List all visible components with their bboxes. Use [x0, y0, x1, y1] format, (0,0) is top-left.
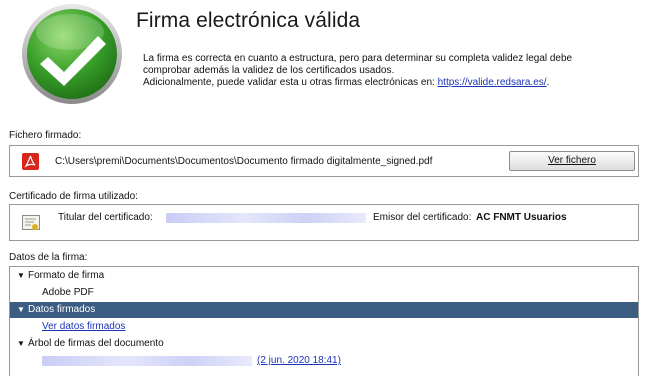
page-title: Firma electrónica válida — [136, 9, 361, 32]
tree-node-adobe-pdf[interactable]: Adobe PDF — [10, 285, 638, 301]
description-line-1: La firma es correcta en cuanto a estruct… — [143, 53, 573, 64]
certificate-subject-redacted — [166, 213, 366, 223]
tree-node-label: Árbol de firmas del documento — [28, 338, 164, 349]
view-signed-data-link[interactable]: Ver datos firmados — [42, 319, 125, 335]
expand-arrow-icon[interactable]: ▼ — [17, 268, 25, 284]
tree-node-label: Datos firmados — [28, 304, 96, 315]
view-file-button-label: Ver fichero — [548, 155, 596, 166]
description-line-3-end: . — [546, 77, 550, 88]
signer-name-redacted — [42, 356, 252, 366]
tree-node-label: Formato de firma — [28, 270, 105, 281]
signed-file-path: C:\Users\premi\Documents\Documentos\Docu… — [55, 156, 433, 167]
signature-data-tree: ▼ Formato de firma Adobe PDF ▼ Datos fir… — [9, 266, 639, 376]
expand-arrow-icon[interactable]: ▼ — [17, 302, 25, 318]
tree-node-signed-data[interactable]: ▼ Datos firmados — [10, 302, 638, 318]
signed-file-panel: C:\Users\premi\Documents\Documentos\Docu… — [9, 145, 639, 177]
certificate-panel: Titular del certificado: Emisor del cert… — [9, 204, 639, 241]
certificate-issuer-value: AC FNMT Usuarios — [476, 212, 567, 223]
tree-node-view-signed-data[interactable]: Ver datos firmados — [10, 319, 638, 335]
tree-node-label: Adobe PDF — [42, 287, 94, 298]
certificate-label: Certificado de firma utilizado: — [9, 191, 138, 202]
certificate-subject-label: Titular del certificado: — [58, 212, 153, 223]
valide-link[interactable]: https://valide.redsara.es/ — [438, 77, 547, 88]
certificate-issuer-label: Emisor del certificado: — [373, 212, 472, 223]
view-file-button[interactable]: Ver fichero — [509, 151, 635, 171]
validity-description: La firma es correcta en cuanto a estruct… — [143, 53, 572, 89]
signed-file-label: Fichero firmado: — [9, 130, 82, 141]
valid-signature-check-icon — [22, 4, 122, 104]
signature-date-link[interactable]: (2 jun. 2020 18:41) — [257, 353, 341, 369]
description-line-3-text: Adicionalmente, puede validar esta u otr… — [143, 77, 438, 88]
signature-data-label: Datos de la firma: — [9, 252, 88, 263]
description-line-3: Adicionalmente, puede validar esta u otr… — [143, 77, 572, 89]
tree-node-signature-tree[interactable]: ▼ Árbol de firmas del documento — [10, 336, 638, 352]
description-line-2: comprobar además la validez de los certi… — [143, 65, 395, 76]
pdf-icon — [22, 153, 39, 170]
expand-arrow-icon[interactable]: ▼ — [17, 336, 25, 352]
tree-node-signer[interactable]: (2 jun. 2020 18:41) — [10, 353, 638, 369]
tree-node-signature-format[interactable]: ▼ Formato de firma — [10, 268, 638, 284]
certificate-icon — [22, 215, 40, 230]
